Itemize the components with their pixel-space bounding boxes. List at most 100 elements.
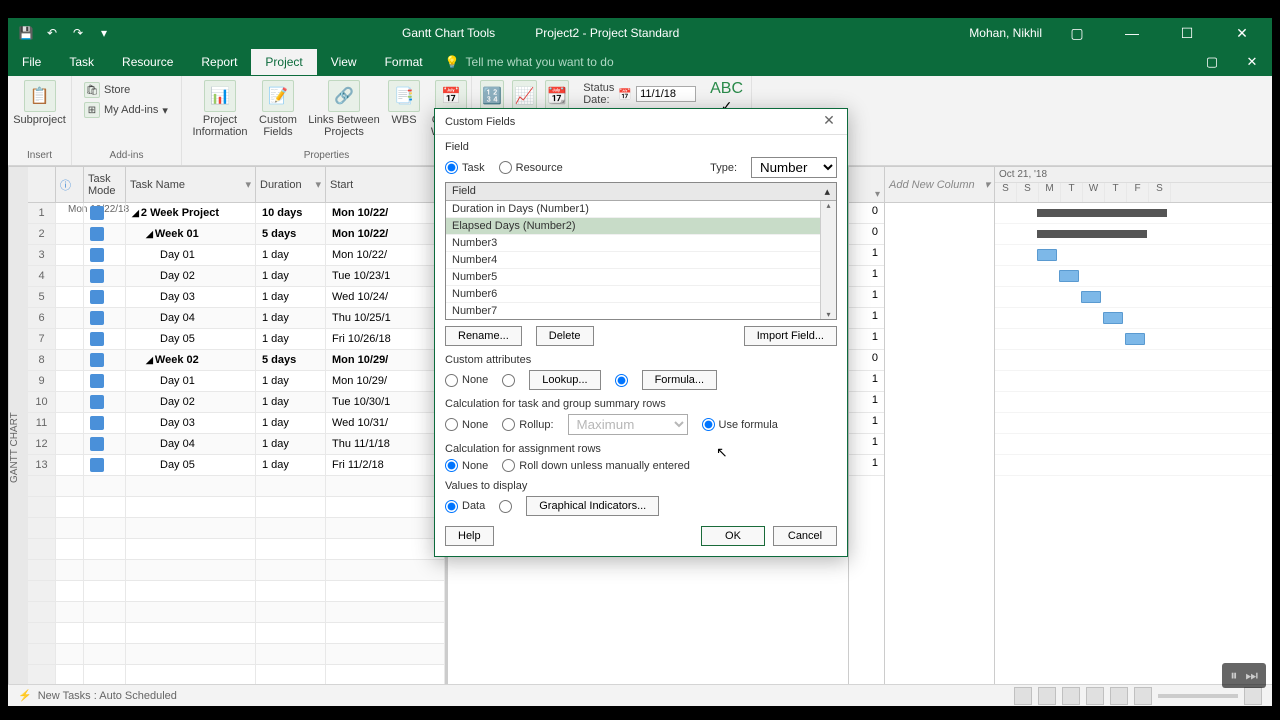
col-header-mode[interactable]: Task Mode bbox=[84, 167, 126, 202]
field-list-item[interactable]: Duration in Days (Number1) bbox=[446, 201, 836, 218]
gantt-chart[interactable]: Oct 21, '18 SSMTWTFS bbox=[994, 167, 1272, 684]
menu-tab-task[interactable]: Task bbox=[55, 49, 108, 75]
project-information-button[interactable]: 📊Project Information bbox=[190, 80, 250, 150]
data-radio[interactable]: Data bbox=[445, 500, 485, 513]
view-team-planner-icon[interactable] bbox=[1062, 687, 1080, 705]
maximize-icon[interactable]: ☐ bbox=[1167, 18, 1207, 48]
table-row[interactable]: 9 Day 01 1 day Mon 10/29/ bbox=[28, 371, 445, 392]
menu-tab-format[interactable]: Format bbox=[371, 49, 437, 75]
wbs-button[interactable]: 📑WBS bbox=[388, 80, 420, 150]
status-date-field[interactable]: Status Date: 📅 bbox=[577, 80, 702, 108]
table-row[interactable]: 1 ◢2 Week Project 10 days Mon 10/22/ bbox=[28, 203, 445, 224]
custom-fields-button[interactable]: 📝Custom Fields bbox=[256, 80, 300, 150]
calc-none-radio[interactable]: None bbox=[445, 418, 488, 431]
attr-lookup-radio[interactable] bbox=[502, 374, 515, 387]
table-row[interactable]: 5 Day 03 1 day Wed 10/24/ bbox=[28, 287, 445, 308]
calc-task-label: Calculation for task and group summary r… bbox=[445, 398, 837, 410]
assign-rolldown-radio[interactable]: Roll down unless manually entered bbox=[502, 459, 690, 472]
view-task-usage-icon[interactable] bbox=[1038, 687, 1056, 705]
field-section-label: Field bbox=[445, 141, 837, 153]
menu-tab-resource[interactable]: Resource bbox=[108, 49, 187, 75]
zoom-slider[interactable] bbox=[1158, 694, 1238, 698]
menu-tab-view[interactable]: View bbox=[317, 49, 371, 75]
ribbon-options-icon[interactable]: ▢ bbox=[1057, 18, 1097, 48]
view-tab-gantt[interactable]: GANTT CHART bbox=[8, 167, 28, 684]
task-radio[interactable]: Task bbox=[445, 161, 485, 174]
tell-me-search[interactable]: 💡 Tell me what you want to do bbox=[437, 55, 1192, 69]
table-row[interactable]: 12 Day 04 1 day Thu 11/1/18 bbox=[28, 434, 445, 455]
field-list-item[interactable]: Number4 bbox=[446, 252, 836, 269]
redo-icon[interactable]: ↷ bbox=[70, 25, 86, 41]
graphical-indicators-button[interactable]: Graphical Indicators... bbox=[526, 496, 659, 516]
play-pause-icon[interactable]: ⏸ bbox=[1230, 667, 1237, 684]
zoom-out-icon[interactable] bbox=[1134, 687, 1152, 705]
col-header-start[interactable]: Start bbox=[326, 167, 445, 202]
attr-formula-radio[interactable] bbox=[615, 374, 628, 387]
status-date-input[interactable] bbox=[636, 86, 696, 102]
view-gantt-icon[interactable] bbox=[1014, 687, 1032, 705]
close-subwindow-icon[interactable]: ✕ bbox=[1232, 48, 1272, 76]
attr-none-radio[interactable]: None bbox=[445, 374, 488, 387]
field-list[interactable]: Field▴ Duration in Days (Number1)Elapsed… bbox=[445, 182, 837, 320]
task-grid[interactable]: ⓘ Task Mode Task Name▾ Duration▾ Start 1… bbox=[28, 167, 448, 684]
table-row[interactable]: 8 ◢Week 02 5 days Mon 10/29/ bbox=[28, 350, 445, 371]
add-new-column[interactable]: Add New Column▾ bbox=[884, 167, 994, 684]
table-row[interactable]: 11 Day 03 1 day Wed 10/31/ bbox=[28, 413, 445, 434]
menu-tab-project[interactable]: Project bbox=[251, 49, 316, 75]
ok-button[interactable]: OK bbox=[701, 526, 765, 546]
task-mode-icon bbox=[90, 227, 104, 241]
field-list-item[interactable]: Number5 bbox=[446, 269, 836, 286]
chevron-up-icon[interactable]: ▴ bbox=[824, 185, 830, 198]
col-header-info[interactable]: ⓘ bbox=[56, 167, 84, 202]
view-resource-sheet-icon[interactable] bbox=[1086, 687, 1104, 705]
store-button[interactable]: 🛍Store bbox=[80, 80, 173, 100]
field-list-item[interactable]: Number7 bbox=[446, 303, 836, 319]
type-select[interactable]: Number bbox=[751, 157, 837, 178]
task-mode-icon bbox=[90, 416, 104, 430]
save-icon[interactable]: 💾 bbox=[18, 25, 34, 41]
resource-radio[interactable]: Resource bbox=[499, 161, 563, 174]
qat-more-icon[interactable]: ▾ bbox=[96, 25, 112, 41]
table-row[interactable]: 6 Day 04 1 day Thu 10/25/1 bbox=[28, 308, 445, 329]
table-row[interactable]: 3 Day 01 1 day Mon 10/22/ bbox=[28, 245, 445, 266]
group-label-insert: Insert bbox=[16, 150, 63, 161]
import-field-button[interactable]: Import Field... bbox=[744, 326, 837, 346]
task-mode-icon bbox=[90, 248, 104, 262]
menu-tab-report[interactable]: Report bbox=[187, 49, 251, 75]
assign-none-radio[interactable]: None bbox=[445, 459, 488, 472]
zoom-in-icon[interactable] bbox=[1244, 687, 1262, 705]
next-icon[interactable]: ⏭ bbox=[1245, 667, 1258, 684]
lookup-button[interactable]: Lookup... bbox=[529, 370, 600, 390]
delete-button[interactable]: Delete bbox=[536, 326, 594, 346]
table-row[interactable]: 4 Day 02 1 day Tue 10/23/1 bbox=[28, 266, 445, 287]
table-row[interactable]: 13 Day 05 1 day Fri 11/2/18 bbox=[28, 455, 445, 476]
col-header-name[interactable]: Task Name▾ bbox=[126, 167, 256, 202]
cancel-button[interactable]: Cancel bbox=[773, 526, 837, 546]
minimize-icon[interactable]: — bbox=[1112, 18, 1152, 48]
help-button[interactable]: Help bbox=[445, 526, 494, 546]
undo-icon[interactable]: ↶ bbox=[44, 25, 60, 41]
field-list-item[interactable]: Number6 bbox=[446, 286, 836, 303]
table-row[interactable]: 7 Day 05 1 day Fri 10/26/18 bbox=[28, 329, 445, 350]
view-report-icon[interactable] bbox=[1110, 687, 1128, 705]
dialog-close-icon[interactable]: ✕ bbox=[819, 112, 839, 132]
task-mode-icon bbox=[90, 269, 104, 283]
subproject-button[interactable]: 📋 Subproject bbox=[16, 80, 63, 126]
graphical-radio[interactable] bbox=[499, 500, 512, 513]
rename-button[interactable]: Rename... bbox=[445, 326, 522, 346]
formula-button[interactable]: Formula... bbox=[642, 370, 718, 390]
col-header-duration[interactable]: Duration▾ bbox=[256, 167, 326, 202]
close-window-icon[interactable]: ✕ bbox=[1222, 18, 1262, 48]
table-row[interactable]: 2 ◢Week 01 5 days Mon 10/22/ bbox=[28, 224, 445, 245]
field-list-item[interactable]: Number3 bbox=[446, 235, 836, 252]
use-formula-radio[interactable]: Use formula bbox=[702, 418, 778, 431]
table-row[interactable]: 10 Day 02 1 day Tue 10/30/1 bbox=[28, 392, 445, 413]
scrollbar[interactable]: ▴▾ bbox=[820, 201, 836, 319]
field-list-item[interactable]: Elapsed Days (Number2) bbox=[446, 218, 836, 235]
calc-rollup-radio[interactable]: Rollup: bbox=[502, 418, 553, 431]
task-mode-icon bbox=[90, 311, 104, 325]
restore-window-icon[interactable]: ▢ bbox=[1192, 48, 1232, 76]
links-between-projects-button[interactable]: 🔗Links Between Projects bbox=[306, 80, 382, 150]
my-addins-button[interactable]: ⊞My Add-ins ▾ bbox=[80, 100, 173, 120]
menu-tab-file[interactable]: File bbox=[8, 49, 55, 75]
